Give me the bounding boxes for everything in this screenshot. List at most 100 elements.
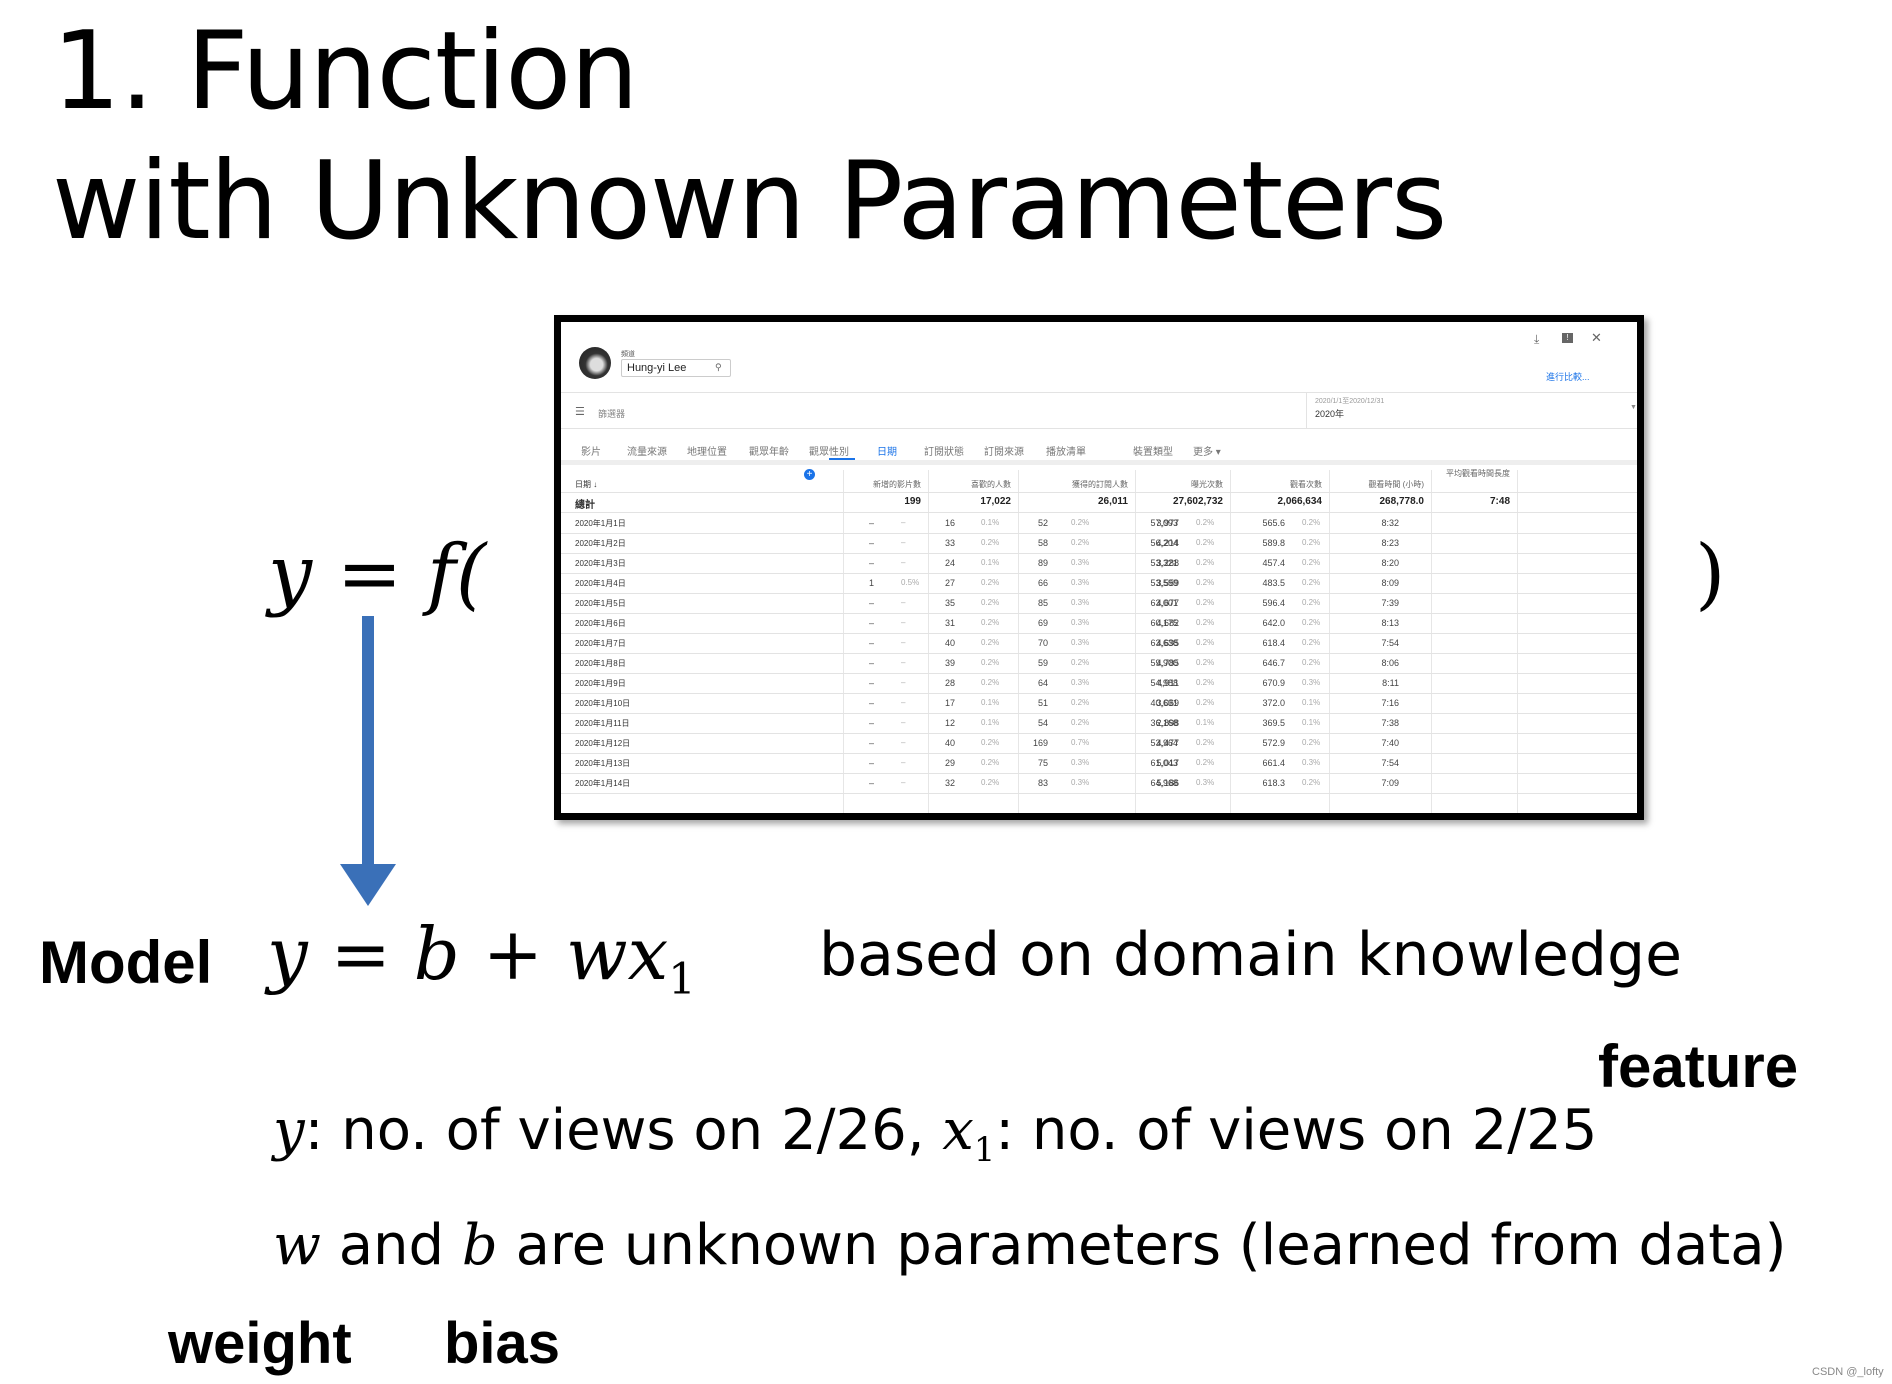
row-value: 372.0 bbox=[1262, 698, 1285, 708]
row-value: – bbox=[868, 718, 874, 728]
row-value: 7:54 bbox=[1381, 758, 1399, 768]
model-rhs: = b + wx bbox=[307, 912, 669, 996]
column-divider bbox=[1517, 470, 1518, 813]
row-percent: 0.2% bbox=[1196, 638, 1215, 647]
row-percent: 0.2% bbox=[1302, 638, 1321, 647]
column-header[interactable]: 曝光次數 bbox=[1113, 479, 1223, 490]
row-value: 52 bbox=[1037, 518, 1048, 528]
equation-right: ) bbox=[1695, 529, 1726, 619]
model-y: y bbox=[267, 912, 308, 996]
row-value: 7:38 bbox=[1381, 718, 1399, 728]
avatar bbox=[579, 347, 611, 379]
date-range-select[interactable]: 2020/1/1至2020/12/31 2020年 ▼ bbox=[1306, 392, 1637, 428]
row-value: – bbox=[868, 538, 874, 548]
tab-0[interactable]: 影片 bbox=[581, 443, 601, 458]
row-percent: 0.2% bbox=[1196, 698, 1215, 707]
channel-search-input[interactable]: Hung-yi Lee ⚲ bbox=[621, 359, 731, 377]
row-percent: 0.2% bbox=[1071, 698, 1090, 707]
chevron-down-icon: ▼ bbox=[1630, 404, 1637, 411]
row-percent: 0.2% bbox=[1196, 658, 1215, 667]
column-header[interactable]: 平均觀看時間長度 bbox=[1440, 468, 1510, 479]
row-value: – bbox=[868, 738, 874, 748]
row-value: 31 bbox=[944, 618, 955, 628]
row-percent: 0.2% bbox=[1302, 518, 1321, 527]
row-percent: 0.3% bbox=[1071, 558, 1090, 567]
tab-10[interactable]: 更多 ▾ bbox=[1193, 443, 1221, 458]
row-percent: 0.2% bbox=[1302, 658, 1321, 667]
row-date: 2020年1月10日 bbox=[575, 699, 631, 708]
row-value: 28 bbox=[944, 678, 955, 688]
column-header-date[interactable]: 日期 ↓ bbox=[575, 479, 597, 490]
def-x-text: : no. of views on 2/25 bbox=[995, 1098, 1598, 1163]
param-w: w bbox=[273, 1213, 321, 1278]
compare-link[interactable]: 進行比較... bbox=[1546, 370, 1590, 383]
totals-value: 17,022 bbox=[980, 496, 1011, 507]
tab-9[interactable]: 裝置類型 bbox=[1133, 443, 1173, 458]
tab-1[interactable]: 流量來源 bbox=[627, 443, 667, 458]
row-percent: 0.2% bbox=[1196, 598, 1215, 607]
row-percent: 0.2% bbox=[1071, 538, 1090, 547]
domain-knowledge-note: based on domain knowledge bbox=[819, 920, 1682, 990]
column-header[interactable]: 觀看次數 bbox=[1212, 479, 1322, 490]
row-value: 40 bbox=[944, 638, 955, 648]
model-subscript: 1 bbox=[668, 955, 696, 1006]
close-icon[interactable]: ✕ bbox=[1591, 330, 1602, 346]
row-value: 54 bbox=[1037, 718, 1048, 728]
download-icon[interactable]: ⤓ bbox=[1534, 332, 1539, 347]
row-value: 24 bbox=[944, 558, 955, 568]
totals-value: 26,011 bbox=[1097, 496, 1128, 507]
column-header[interactable]: 獲得的訂閱人數 bbox=[1018, 479, 1128, 490]
column-header[interactable]: 喜歡的人數 bbox=[901, 479, 1011, 490]
row-value: 75 bbox=[1037, 758, 1048, 768]
row-value: – bbox=[868, 758, 874, 768]
row-date: 2020年1月6日 bbox=[575, 619, 626, 628]
row-value: – bbox=[868, 678, 874, 688]
row-date: 2020年1月7日 bbox=[575, 639, 626, 648]
slide-title-line1: 1. Function bbox=[52, 9, 639, 134]
row-percent: 0.3% bbox=[1071, 578, 1090, 587]
tab-6[interactable]: 訂閱狀態 bbox=[924, 443, 964, 458]
row-date: 2020年1月5日 bbox=[575, 599, 626, 608]
row-date: 2020年1月11日 bbox=[575, 719, 630, 728]
totals-label: 總計 bbox=[575, 500, 595, 511]
slide-title-line2: with Unknown Parameters bbox=[52, 139, 1447, 264]
row-value: 4,682 bbox=[1156, 618, 1179, 628]
filter-icon[interactable]: ☰ bbox=[575, 405, 585, 418]
row-value: 8:09 bbox=[1381, 578, 1399, 588]
row-value: 7:40 bbox=[1381, 738, 1399, 748]
tab-3[interactable]: 觀眾年齡 bbox=[749, 443, 789, 458]
param-b: b bbox=[461, 1213, 498, 1278]
row-percent: 0.3% bbox=[1196, 778, 1215, 787]
feedback-icon[interactable]: ! bbox=[1562, 333, 1573, 343]
row-value: 27 bbox=[944, 578, 955, 588]
row-percent: 0.3% bbox=[1302, 678, 1321, 687]
row-date: 2020年1月1日 bbox=[575, 519, 626, 528]
search-icon[interactable]: ⚲ bbox=[715, 362, 722, 373]
row-value: 3,977 bbox=[1156, 518, 1179, 528]
column-header[interactable]: 觀看時間 (小時) bbox=[1314, 479, 1424, 490]
tab-2[interactable]: 地理位置 bbox=[687, 443, 727, 458]
row-value: – bbox=[868, 658, 874, 668]
tab-4[interactable]: 觀眾性別 bbox=[809, 443, 849, 458]
row-percent: 0.2% bbox=[1196, 758, 1215, 767]
row-value: 8:06 bbox=[1381, 658, 1399, 668]
row-value: 7:09 bbox=[1381, 778, 1399, 788]
row-value: – bbox=[868, 698, 874, 708]
row-percent: 0.2% bbox=[1302, 558, 1321, 567]
row-percent: 0.1% bbox=[1302, 698, 1321, 707]
feature-label: feature bbox=[1598, 1033, 1799, 1100]
tab-5[interactable]: 日期 bbox=[877, 443, 897, 458]
row-value: 3,069 bbox=[1156, 698, 1179, 708]
row-date: 2020年1月2日 bbox=[575, 539, 626, 548]
row-value: – bbox=[868, 518, 874, 528]
tab-8[interactable]: 播放清單 bbox=[1046, 443, 1086, 458]
row-value: 17 bbox=[944, 698, 955, 708]
weight-label: weight bbox=[168, 1311, 352, 1376]
row-value: 2,898 bbox=[1156, 718, 1179, 728]
filter-label[interactable]: 篩選器 bbox=[598, 407, 625, 420]
row-value: 589.8 bbox=[1262, 538, 1285, 548]
bias-label: bias bbox=[444, 1311, 561, 1376]
row-value: 618.4 bbox=[1262, 638, 1285, 648]
tab-7[interactable]: 訂閱來源 bbox=[984, 443, 1024, 458]
date-value: 2020年 bbox=[1315, 409, 1345, 419]
